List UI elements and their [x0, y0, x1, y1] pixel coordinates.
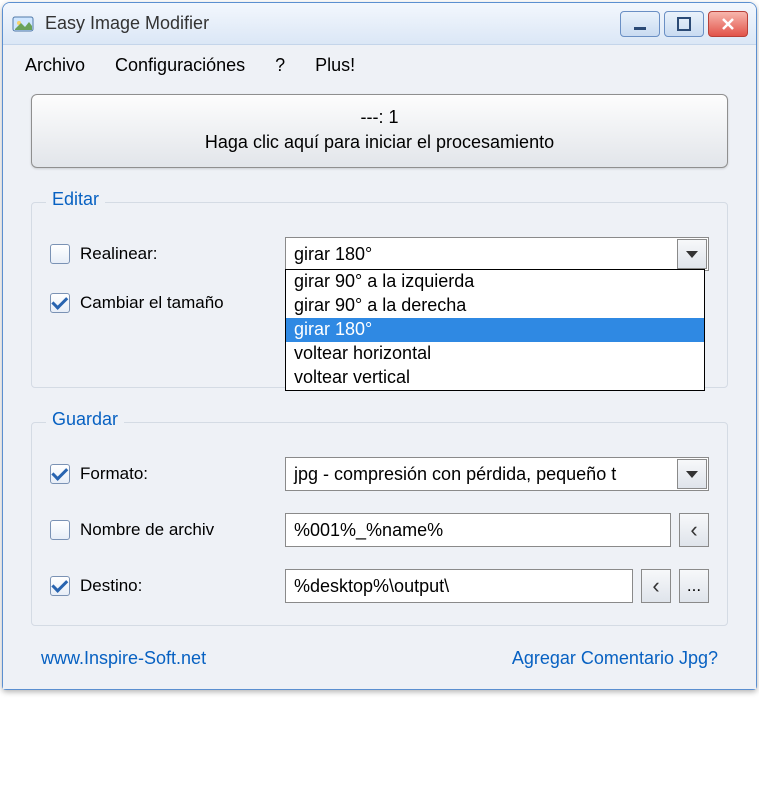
menubar: Archivo Configuraciónes ? Plus! [3, 45, 756, 86]
titlebar: Easy Image Modifier [3, 3, 756, 45]
formato-combo-value: jpg - compresión con pérdida, pequeño t [294, 464, 616, 485]
group-guardar-title: Guardar [46, 409, 124, 430]
dropdown-option[interactable]: girar 90° a la derecha [286, 294, 704, 318]
window-title: Easy Image Modifier [45, 13, 620, 34]
minimize-button[interactable] [620, 11, 660, 37]
realinear-dropdown[interactable]: girar 90° a la izquierdagirar 90° a la d… [285, 269, 705, 391]
destino-label: Destino: [80, 576, 142, 596]
group-editar-title: Editar [46, 189, 105, 210]
nombre-label: Nombre de archiv [80, 520, 214, 540]
client-area: ---: 1 Haga clic aquí para iniciar el pr… [3, 86, 756, 689]
formato-label: Formato: [80, 464, 148, 484]
realinear-combo[interactable]: girar 180° [285, 237, 709, 271]
menu-configuraciones[interactable]: Configuraciónes [115, 55, 245, 76]
formato-combo[interactable]: jpg - compresión con pérdida, pequeño t [285, 457, 709, 491]
realinear-checkbox[interactable] [50, 244, 70, 264]
destino-value: %desktop%\output\ [294, 576, 449, 597]
website-link[interactable]: www.Inspire-Soft.net [41, 648, 206, 669]
cambiar-checkbox[interactable] [50, 293, 70, 313]
chevron-down-icon [677, 239, 707, 269]
row-realinear: Realinear: girar 180° [50, 237, 709, 271]
nombre-input[interactable]: %001%_%name% [285, 513, 671, 547]
menu-archivo[interactable]: Archivo [25, 55, 85, 76]
realinear-combo-value: girar 180° [294, 244, 372, 265]
row-formato: Formato: jpg - compresión con pérdida, p… [50, 457, 709, 491]
app-icon [11, 12, 35, 36]
nombre-reset-button[interactable] [679, 513, 709, 547]
window-controls [620, 11, 748, 37]
process-label: Haga clic aquí para iniciar el procesami… [42, 130, 717, 155]
process-count: ---: 1 [42, 105, 717, 130]
dropdown-option[interactable]: voltear vertical [286, 366, 704, 390]
formato-checkbox[interactable] [50, 464, 70, 484]
destino-browse-button[interactable]: ... [679, 569, 709, 603]
nombre-checkbox[interactable] [50, 520, 70, 540]
close-button[interactable] [708, 11, 748, 37]
dropdown-option[interactable]: girar 180° [286, 318, 704, 342]
chevron-down-icon [677, 459, 707, 489]
dropdown-option[interactable]: girar 90° a la izquierda [286, 270, 704, 294]
destino-input[interactable]: %desktop%\output\ [285, 569, 633, 603]
maximize-button[interactable] [664, 11, 704, 37]
menu-help[interactable]: ? [275, 55, 285, 76]
realinear-label: Realinear: [80, 244, 158, 264]
dropdown-option[interactable]: voltear horizontal [286, 342, 704, 366]
row-destino: Destino: %desktop%\output\ ... [50, 569, 709, 603]
comment-link[interactable]: Agregar Comentario Jpg? [512, 648, 718, 669]
group-editar: Editar Realinear: girar 180° Cambiar el … [31, 202, 728, 388]
process-button[interactable]: ---: 1 Haga clic aquí para iniciar el pr… [31, 94, 728, 168]
footer: www.Inspire-Soft.net Agregar Comentario … [31, 626, 728, 675]
app-window: Easy Image Modifier Archivo Configuració… [2, 2, 757, 690]
destino-reset-button[interactable] [641, 569, 671, 603]
menu-plus[interactable]: Plus! [315, 55, 355, 76]
nombre-value: %001%_%name% [294, 520, 443, 541]
destino-checkbox[interactable] [50, 576, 70, 596]
destino-browse-label: ... [687, 576, 701, 596]
row-nombre: Nombre de archiv %001%_%name% [50, 513, 709, 547]
cambiar-label: Cambiar el tamaño [80, 293, 224, 313]
group-guardar: Guardar Formato: jpg - compresión con pé… [31, 422, 728, 626]
